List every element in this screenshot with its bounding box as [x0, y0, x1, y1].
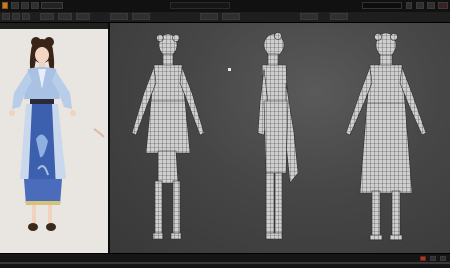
menu-toolbar [0, 12, 450, 23]
toolbar-button[interactable] [200, 13, 218, 20]
redo-icon[interactable] [21, 2, 29, 9]
window-icon[interactable] [2, 2, 8, 9]
wireframe-models [131, 32, 427, 241]
toolbar-button[interactable] [132, 13, 150, 20]
side-view-model[interactable] [257, 32, 299, 240]
record-icon[interactable] [420, 256, 426, 261]
toolbar-button[interactable] [58, 13, 72, 20]
next-frame-icon[interactable] [440, 256, 446, 261]
character-concept-art [9, 37, 105, 231]
reference-image-panel[interactable] [0, 23, 110, 253]
back-view-model[interactable] [345, 32, 427, 241]
undo-icon[interactable] [11, 2, 19, 9]
maximize-icon[interactable] [427, 2, 435, 9]
scale-icon[interactable] [22, 13, 30, 20]
front-view-model[interactable] [131, 33, 205, 240]
play-icon[interactable] [430, 256, 436, 261]
toolbar-button[interactable] [330, 13, 348, 20]
document-title [170, 2, 230, 9]
help-icon[interactable] [406, 2, 412, 9]
3d-modeling-app [0, 0, 450, 268]
search-field[interactable] [362, 2, 402, 9]
toolbar-button[interactable] [40, 13, 54, 20]
toolbar-button[interactable] [300, 13, 318, 20]
mouse-cursor-icon [228, 68, 231, 71]
select-icon[interactable] [31, 2, 39, 9]
toolbar-button[interactable] [76, 13, 90, 20]
move-icon[interactable] [2, 13, 10, 20]
rotate-icon[interactable] [12, 13, 20, 20]
timeline-track[interactable] [0, 262, 450, 264]
close-icon[interactable] [438, 2, 448, 9]
timeline-status-bar[interactable] [0, 253, 450, 268]
toolbar-button[interactable] [110, 13, 128, 20]
workspace-dropdown[interactable] [41, 2, 63, 9]
perspective-viewport[interactable] [110, 23, 450, 253]
minimize-icon[interactable] [416, 2, 424, 9]
toolbar-button[interactable] [222, 13, 240, 20]
